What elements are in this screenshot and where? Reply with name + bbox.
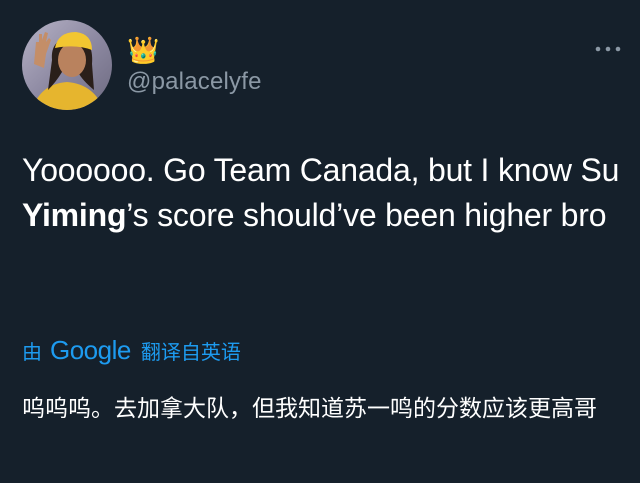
tweet-card: 👑 @palacelyfe Yoooooo. Go Team Canada, b…: [0, 0, 640, 483]
tweet-text: Yoooooo. Go Team Canada, but I know Su Y…: [22, 148, 622, 238]
user-names: 👑 @palacelyfe: [127, 35, 262, 96]
more-horizontal-icon[interactable]: [594, 42, 622, 56]
user-handle[interactable]: @palacelyfe: [127, 68, 262, 96]
translated-by-label: 由: [22, 341, 42, 364]
avatar[interactable]: [22, 20, 112, 110]
google-logo[interactable]: Google: [50, 335, 131, 366]
display-name[interactable]: 👑: [127, 35, 262, 65]
tweet-header: 👑 @palacelyfe: [22, 17, 622, 113]
avatar-image: [22, 20, 112, 110]
translation-attribution: 由 Google 翻译自英语: [22, 334, 241, 366]
tweet-text-bold: Yiming: [22, 197, 127, 233]
translated-from-link[interactable]: 翻译自英语: [141, 336, 241, 365]
tweet-text-part2: ’s score should’ve been higher bro: [126, 197, 607, 233]
translated-text: 呜呜呜。去加拿大队，但我知道苏一鸣的分数应该更高哥: [22, 396, 597, 422]
tweet-text-part1: Yoooooo. Go Team Canada, but I know Su: [22, 152, 620, 188]
